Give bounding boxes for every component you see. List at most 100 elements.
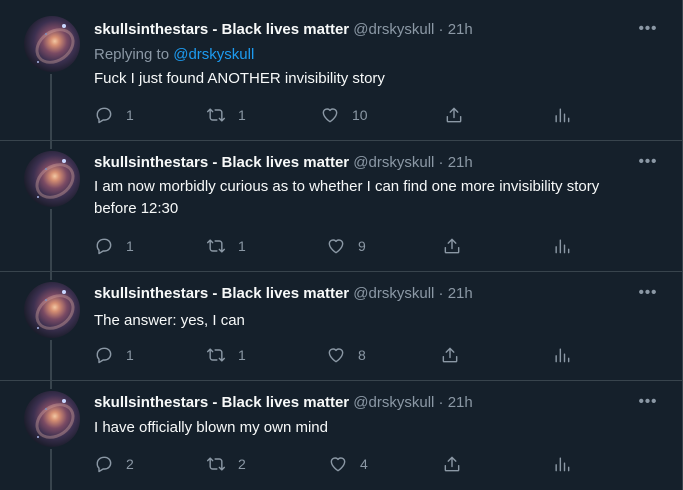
- thread-line: [50, 449, 52, 490]
- retweet-button[interactable]: 1: [206, 235, 246, 257]
- avatar[interactable]: [24, 16, 80, 72]
- thread-line: [50, 340, 52, 381]
- like-count: 8: [358, 347, 366, 363]
- retweet-count: 1: [238, 107, 246, 123]
- thread-line: [50, 381, 52, 389]
- retweet-button[interactable]: 1: [206, 104, 246, 126]
- thread-line: [50, 141, 52, 149]
- handle[interactable]: @drskyskull: [353, 21, 434, 38]
- action-bar: 2 2 4: [94, 453, 574, 475]
- analytics-button[interactable]: [552, 453, 572, 475]
- more-icon[interactable]: •••: [638, 285, 658, 306]
- timestamp[interactable]: 21h: [448, 154, 473, 171]
- timestamp[interactable]: 21h: [448, 285, 473, 302]
- like-count: 9: [358, 238, 366, 254]
- display-name[interactable]: skullsinthestars - Black lives matter: [94, 394, 349, 411]
- tweet-text: I have officially blown my own mind: [94, 419, 328, 436]
- separator-dot: ·: [438, 394, 444, 411]
- retweet-button[interactable]: 1: [206, 344, 246, 366]
- tweet-header: skullsinthestars - Black lives matter @d…: [94, 393, 473, 413]
- retweet-count: 1: [238, 347, 246, 363]
- like-count: 10: [352, 107, 368, 123]
- retweet-button[interactable]: 2: [206, 453, 246, 475]
- action-bar: 1 1 9: [94, 235, 574, 257]
- separator-dot: ·: [438, 21, 444, 38]
- analytics-icon: [555, 108, 570, 123]
- avatar[interactable]: [24, 391, 80, 447]
- handle[interactable]: @drskyskull: [353, 285, 434, 302]
- reply-count: 1: [126, 238, 134, 254]
- thread-line: [50, 209, 52, 272]
- replying-to: Replying to @drskyskull: [94, 45, 254, 65]
- share-icon: [444, 238, 460, 254]
- analytics-icon: [555, 239, 570, 254]
- tweet-text: I am now morbidly curious as to whether …: [94, 178, 600, 217]
- tweet[interactable]: skullsinthestars - Black lives matter @d…: [0, 0, 682, 141]
- more-icon[interactable]: •••: [638, 394, 658, 415]
- tweet-header: skullsinthestars - Black lives matter @d…: [94, 284, 473, 304]
- reply-count: 1: [126, 347, 134, 363]
- separator-dot: ·: [438, 154, 444, 171]
- tweet[interactable]: skullsinthestars - Black lives matter @d…: [0, 381, 682, 490]
- display-name[interactable]: skullsinthestars - Black lives matter: [94, 21, 349, 38]
- reply-icon: [96, 456, 112, 473]
- tweet-header: skullsinthestars - Black lives matter @d…: [94, 20, 473, 40]
- share-icon: [446, 107, 462, 123]
- retweet-icon: [206, 348, 226, 362]
- reply-count: 1: [126, 107, 134, 123]
- like-icon: [322, 108, 338, 123]
- handle[interactable]: @drskyskull: [353, 154, 434, 171]
- handle[interactable]: @drskyskull: [353, 394, 434, 411]
- analytics-button[interactable]: [552, 104, 572, 126]
- like-button[interactable]: 4: [328, 453, 368, 475]
- retweet-count: 2: [238, 456, 246, 472]
- share-button[interactable]: [444, 104, 464, 126]
- analytics-icon: [555, 348, 570, 363]
- display-name[interactable]: skullsinthestars - Black lives matter: [94, 154, 349, 171]
- action-bar: 1 1 8: [94, 344, 574, 366]
- reply-button[interactable]: 1: [94, 235, 134, 257]
- reply-icon: [96, 347, 112, 364]
- share-button[interactable]: [442, 453, 462, 475]
- action-bar: 1 1 10: [94, 104, 574, 126]
- tweet-text: The answer: yes, I can: [94, 312, 245, 329]
- thread-line: [50, 272, 52, 280]
- timestamp[interactable]: 21h: [448, 21, 473, 38]
- share-button[interactable]: [440, 344, 460, 366]
- timestamp[interactable]: 21h: [448, 394, 473, 411]
- reply-count: 2: [126, 456, 134, 472]
- thread-line: [50, 74, 52, 141]
- more-icon[interactable]: •••: [638, 21, 658, 42]
- like-button[interactable]: 9: [326, 235, 366, 257]
- share-button[interactable]: [442, 235, 462, 257]
- reply-button[interactable]: 1: [94, 344, 134, 366]
- reply-icon: [96, 238, 112, 255]
- share-icon: [442, 347, 458, 363]
- tweet[interactable]: skullsinthestars - Black lives matter @d…: [0, 141, 682, 272]
- like-count: 4: [360, 456, 368, 472]
- like-icon: [328, 239, 344, 254]
- replying-to-label: Replying to: [94, 46, 174, 63]
- reply-button[interactable]: 1: [94, 104, 134, 126]
- avatar[interactable]: [24, 151, 80, 207]
- retweet-icon: [206, 239, 226, 253]
- analytics-button[interactable]: [552, 344, 572, 366]
- tweet-header: skullsinthestars - Black lives matter @d…: [94, 153, 473, 173]
- retweet-count: 1: [238, 238, 246, 254]
- retweet-icon: [206, 108, 226, 122]
- mention-link[interactable]: @drskyskull: [173, 46, 254, 63]
- reply-icon: [96, 107, 112, 124]
- like-button[interactable]: 8: [326, 344, 366, 366]
- separator-dot: ·: [438, 285, 444, 302]
- reply-button[interactable]: 2: [94, 453, 134, 475]
- analytics-icon: [555, 457, 570, 472]
- tweet[interactable]: skullsinthestars - Black lives matter @d…: [0, 272, 682, 381]
- like-icon: [330, 457, 346, 472]
- retweet-icon: [206, 457, 226, 471]
- like-button[interactable]: 10: [320, 104, 368, 126]
- analytics-button[interactable]: [552, 235, 572, 257]
- display-name[interactable]: skullsinthestars - Black lives matter: [94, 285, 349, 302]
- tweet-text: Fuck I just found ANOTHER invisibility s…: [94, 70, 385, 87]
- avatar[interactable]: [24, 282, 80, 338]
- more-icon[interactable]: •••: [638, 154, 658, 175]
